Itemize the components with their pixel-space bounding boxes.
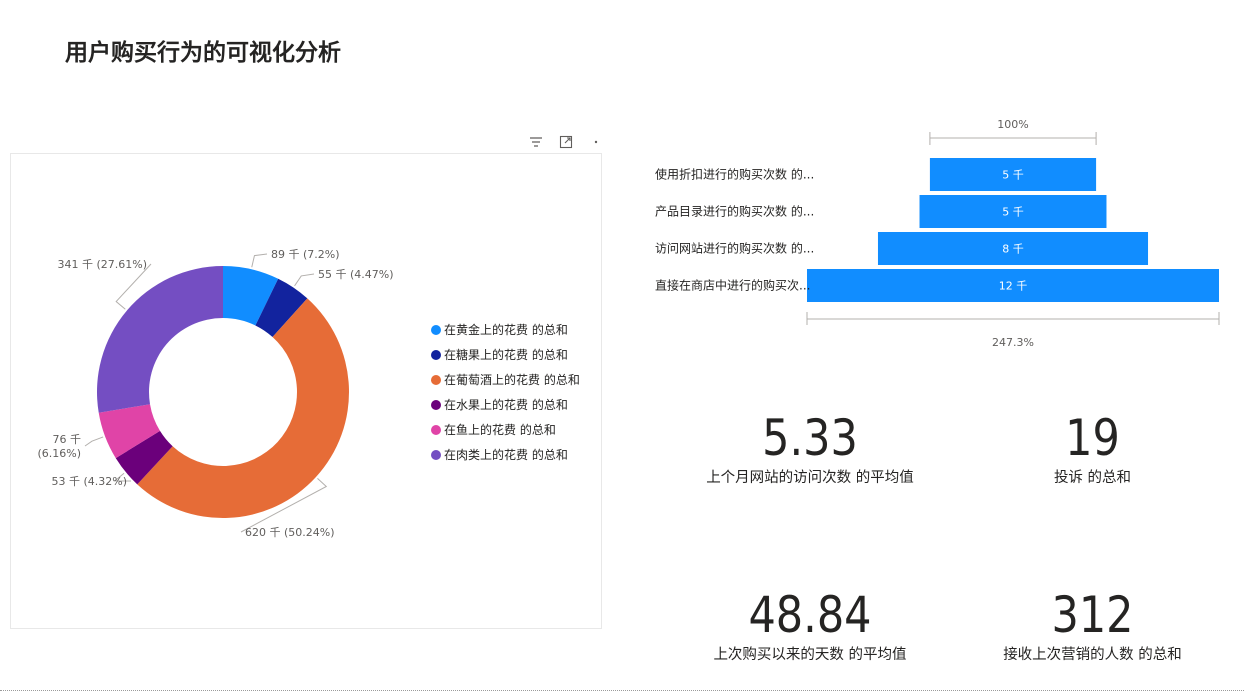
donut-data-label: 620 千 (50.24%) xyxy=(245,526,335,539)
card-label: 上个月网站的访问次数 的平均值 xyxy=(706,470,914,486)
legend-item[interactable]: 在葡萄酒上的花费 的总和 xyxy=(431,367,580,392)
legend-dot-icon xyxy=(431,399,441,410)
legend-dot-icon xyxy=(431,449,441,460)
funnel-value-label: 12 千 xyxy=(999,280,1028,293)
legend-item[interactable]: 在肉类上的花费 的总和 xyxy=(431,442,580,467)
card-label: 投诉 的总和 xyxy=(1053,470,1132,486)
funnel-bottom-bracket xyxy=(806,312,1220,325)
leader-line xyxy=(251,253,268,268)
legend-dot-icon xyxy=(431,324,441,335)
legend-label: 在葡萄酒上的花费 的总和 xyxy=(444,373,580,387)
legend-label: 在黄金上的花费 的总和 xyxy=(444,323,568,337)
donut-slice[interactable] xyxy=(97,266,223,413)
legend-item[interactable]: 在糖果上的花费 的总和 xyxy=(431,342,580,367)
funnel-chart-visual[interactable]: 100% 5 千使用折扣进行的购买次数 的... 5 千产品目录进行的购买次数 的.… xyxy=(650,110,1230,350)
card-avg-web-visits[interactable]: 5.33 上个月网站的访问次数 的平均值 xyxy=(665,410,955,487)
funnel-chart: 100%5 千使用折扣进行的购买次数 的...5 千产品目录进行的购买次数 的.… xyxy=(655,118,1220,349)
donut-legend: 在黄金上的花费 的总和 在糖果上的花费 的总和 在葡萄酒上的花费 的总和 在水果上的花… xyxy=(431,317,580,467)
legend-label: 在鱼上的花费 的总和 xyxy=(444,423,556,437)
card-campaign-accepted-total[interactable]: 312 接收上次营销的人数 的总和 xyxy=(965,587,1220,664)
card-value: 19 xyxy=(1065,409,1120,467)
focus-mode-icon[interactable] xyxy=(558,134,574,150)
page-title: 用户购买行为的可视化分析 xyxy=(65,40,341,66)
funnel-category-label: 访问网站进行的购买次数 的... xyxy=(655,241,814,256)
card-complaints-total[interactable]: 19 投诉 的总和 xyxy=(965,410,1220,487)
donut-chart-visual[interactable]: 89 千 (7.2%) 55 千 (4.47%) 620 千 (50.24%) 53 … xyxy=(10,153,602,629)
donut-data-label: 53 千 (4.32%) xyxy=(51,475,127,488)
donut-data-label: 55 千 (4.47%) xyxy=(318,268,394,281)
card-value: 48.84 xyxy=(748,586,872,644)
donut-data-label: 76 千 xyxy=(53,433,82,446)
card-value: 5.33 xyxy=(762,409,858,467)
donut-data-label: 89 千 (7.2%) xyxy=(271,248,340,261)
visual-header-toolbar xyxy=(520,132,604,152)
legend-item[interactable]: 在鱼上的花费 的总和 xyxy=(431,417,580,442)
card-value: 312 xyxy=(1051,586,1134,644)
leader-line xyxy=(84,436,104,447)
legend-label: 在肉类上的花费 的总和 xyxy=(444,448,568,462)
donut-data-label: (6.16%) xyxy=(37,447,81,460)
legend-dot-icon xyxy=(431,424,441,435)
legend-dot-icon xyxy=(431,374,441,385)
legend-label: 在水果上的花费 的总和 xyxy=(444,398,568,412)
funnel-category-label: 使用折扣进行的购买次数 的... xyxy=(655,167,814,182)
donut-data-label: 341 千 (27.61%) xyxy=(57,258,147,271)
legend-label: 在糖果上的花费 的总和 xyxy=(444,348,568,362)
funnel-value-label: 8 千 xyxy=(1002,243,1024,256)
card-avg-days-since-purchase[interactable]: 48.84 上次购买以来的天数 的平均值 xyxy=(665,587,955,664)
funnel-category-label: 直接在商店中进行的购买次... xyxy=(655,278,810,293)
legend-item[interactable]: 在黄金上的花费 的总和 xyxy=(431,317,580,342)
funnel-category-label: 产品目录进行的购买次数 的... xyxy=(655,204,814,219)
funnel-bottom-percent: 247.3% xyxy=(992,336,1034,349)
leader-line xyxy=(294,273,315,287)
filter-icon[interactable] xyxy=(528,134,544,150)
card-label: 接收上次营销的人数 的总和 xyxy=(1003,647,1182,663)
more-options-icon[interactable] xyxy=(588,134,604,150)
legend-item[interactable]: 在水果上的花费 的总和 xyxy=(431,392,580,417)
funnel-value-label: 5 千 xyxy=(1002,206,1024,219)
legend-dot-icon xyxy=(431,349,441,360)
funnel-top-bracket xyxy=(929,132,1097,145)
funnel-top-percent: 100% xyxy=(997,118,1028,131)
page-bottom-divider xyxy=(0,690,1244,691)
card-label: 上次购买以来的天数 的平均值 xyxy=(713,647,907,663)
funnel-value-label: 5 千 xyxy=(1002,169,1024,182)
